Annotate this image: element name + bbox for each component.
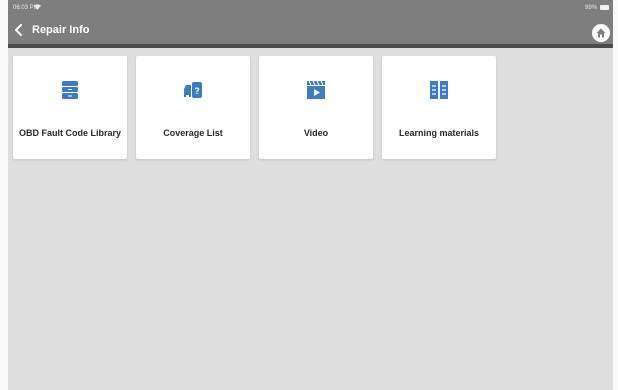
device-screen: 06:03 PM 99% Repair Info OBD Fault Code … [8, 0, 613, 390]
tile-learning-materials[interactable]: Learning materials [382, 56, 496, 159]
battery-percent: 99% [584, 5, 597, 11]
tile-label: Video [303, 128, 329, 138]
file-cabinet-icon [62, 81, 78, 99]
back-button[interactable] [11, 22, 27, 38]
home-button[interactable] [592, 24, 610, 42]
car-question-icon: ? [184, 82, 202, 98]
battery-icon [600, 5, 609, 10]
home-icon [596, 28, 606, 38]
wifi-icon [34, 4, 41, 12]
app-header: Repair Info [8, 16, 613, 44]
tile-label: OBD Fault Code Library [18, 128, 121, 138]
tile-obd-fault-code-library[interactable]: OBD Fault Code Library [13, 56, 127, 159]
svg-text:?: ? [194, 86, 200, 96]
header-divider [8, 44, 613, 48]
tile-label: Coverage List [163, 128, 223, 138]
page-title: Repair Info [32, 24, 90, 36]
tile-video[interactable]: Video [259, 56, 373, 159]
open-book-icon [430, 81, 448, 99]
status-bar: 06:03 PM 99% [8, 0, 613, 16]
video-clapper-icon [307, 80, 325, 99]
chevron-left-icon [15, 24, 22, 36]
tile-label: Learning materials [398, 128, 480, 138]
tile-coverage-list[interactable]: ? Coverage List [136, 56, 250, 159]
